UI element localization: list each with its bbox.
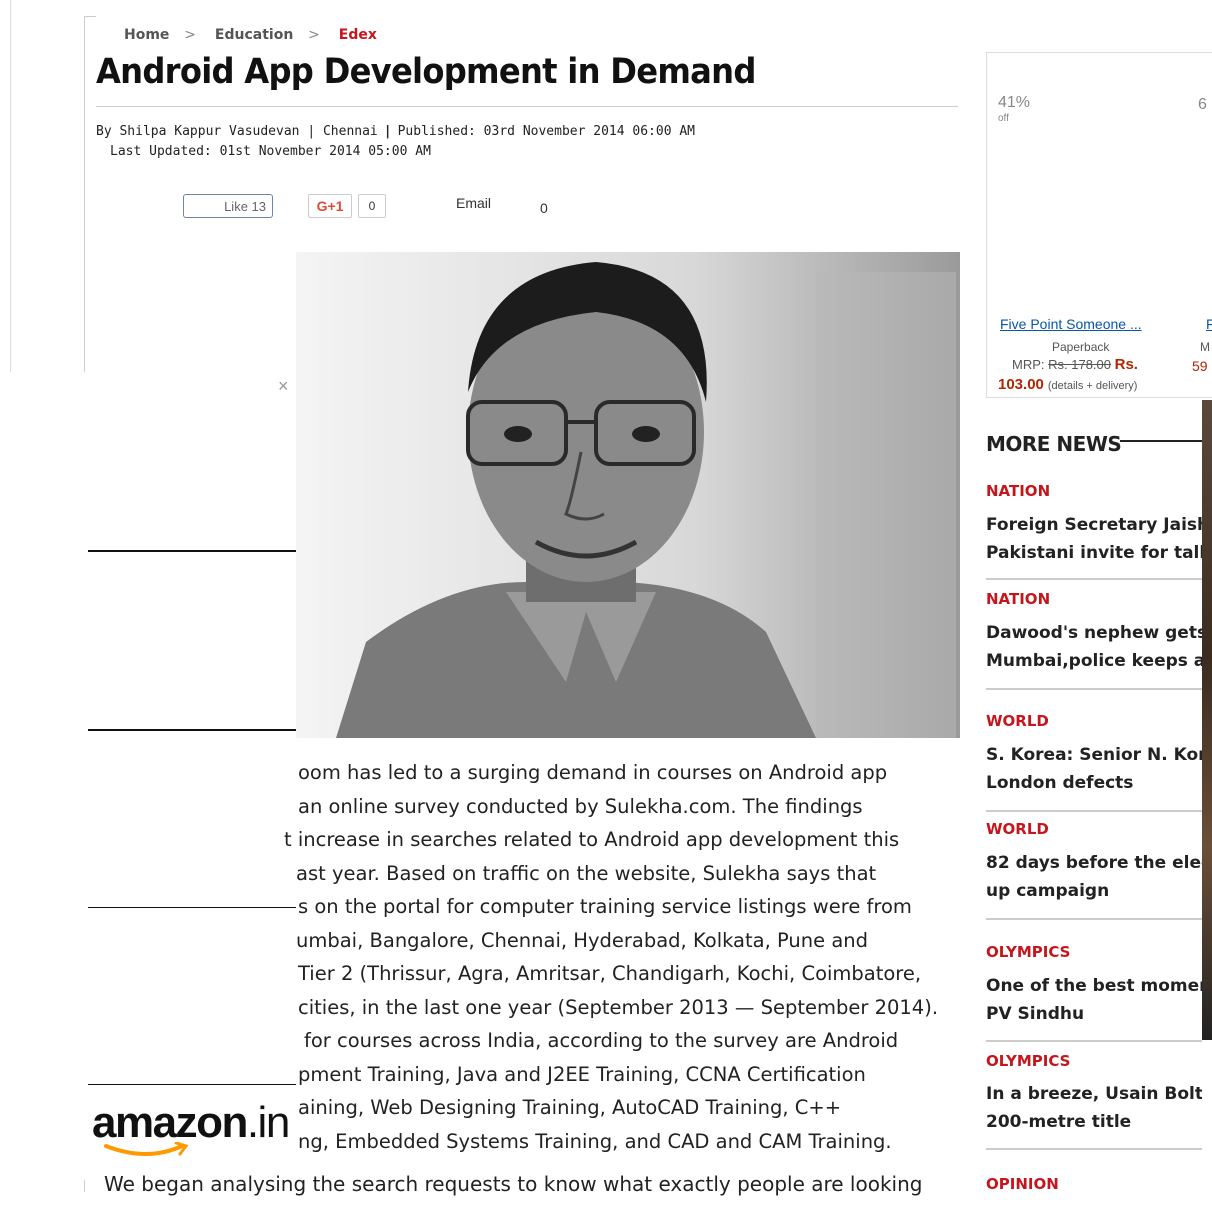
- mrp-label-2: M: [1200, 340, 1210, 354]
- mrp-strike: Rs. 178.00: [1048, 357, 1111, 372]
- headline-line: 82 days before the election: [986, 853, 1202, 873]
- article-border: [84, 16, 85, 376]
- sale-price: 103.00 (details + delivery): [998, 376, 1137, 393]
- article-border-top: [84, 16, 96, 17]
- price-value: 103.00: [998, 376, 1044, 393]
- mrp-price: MRP: Rs. 178.00 Rs.: [1012, 356, 1138, 373]
- email-count: 0: [540, 200, 548, 216]
- article-body: oom has led to a surging demand in cours…: [268, 756, 968, 1158]
- headline-line: London defects: [986, 773, 1134, 793]
- mrp-label: MRP:: [1012, 357, 1045, 372]
- news-headline[interactable]: Dawood's nephew gets Mumbai,police keeps …: [986, 619, 1202, 675]
- amazon-logo-text: amazon: [92, 1098, 248, 1147]
- facebook-like-button[interactable]: Like 13: [183, 194, 273, 218]
- discount-sub: off: [998, 113, 1009, 124]
- news-divider: [986, 1148, 1202, 1150]
- news-category[interactable]: OPINION: [986, 1175, 1059, 1193]
- byline-separator: |: [383, 124, 392, 139]
- headline-line: Foreign Secretary Jaishankar: [986, 515, 1202, 535]
- news-headline[interactable]: In a breeze, Usain Bolt 200-metre title: [986, 1080, 1202, 1136]
- news-category[interactable]: NATION: [986, 590, 1050, 608]
- paragraph-line: cities, in the last one year (September …: [298, 995, 939, 1019]
- published-date: Published: 03rd November 2014 06:00 AM: [397, 124, 696, 139]
- paragraph-line: umbai, Bangalore, Chennai, Hyderabad, Ko…: [296, 928, 869, 952]
- breadcrumb-separator: >: [184, 27, 197, 43]
- paragraph-line: ng, Embedded Systems Training, and CAD a…: [298, 1129, 892, 1153]
- article-border-bottom: [84, 1180, 85, 1192]
- paragraph-line: aining, Web Designing Training, AutoCAD …: [298, 1096, 842, 1119]
- paragraph-line: t increase in searches related to Androi…: [284, 828, 900, 851]
- overlay-divider: [88, 550, 296, 552]
- news-category[interactable]: WORLD: [986, 712, 1049, 730]
- headline-line: Dawood's nephew gets: [986, 623, 1202, 643]
- news-divider: [986, 1040, 1202, 1042]
- book-title-link-2[interactable]: F: [1206, 316, 1212, 332]
- book-title-link[interactable]: Five Point Someone ...: [1000, 316, 1142, 332]
- paragraph-line: ast year. Based on traffic on the websit…: [296, 861, 877, 885]
- paragraph-line: We began analysing the search requests t…: [104, 1172, 923, 1196]
- amazon-logo[interactable]: amazon.in: [92, 1098, 290, 1156]
- article-photo: [296, 252, 960, 738]
- headline-line: In a breeze, Usain Bolt: [986, 1084, 1202, 1104]
- news-headline[interactable]: One of the best moments PV Sindhu: [986, 972, 1202, 1028]
- price-2: 59: [1192, 358, 1208, 374]
- more-news-heading: MORE NEWS: [986, 432, 1122, 456]
- side-photo-strip: [1202, 400, 1212, 1040]
- paragraph-line: Tier 2 (Thrissur, Agra, Amritsar, Chandi…: [298, 962, 922, 985]
- byline: By Shilpa Kappur Vasudevan | Chennai | Pub…: [96, 120, 695, 143]
- news-category[interactable]: NATION: [986, 482, 1050, 500]
- article-title: Android App Development in Demand: [96, 52, 756, 92]
- overlay-divider: [88, 1084, 296, 1085]
- discount-value: 41%: [998, 94, 1031, 111]
- close-icon[interactable]: ×: [278, 376, 289, 397]
- headline-line: PV Sindhu: [986, 1004, 1085, 1024]
- news-divider: [986, 810, 1202, 812]
- more-news-rule: [1120, 440, 1202, 442]
- price-note[interactable]: (details + delivery): [1048, 380, 1138, 392]
- rs-label: Rs.: [1114, 356, 1138, 373]
- news-divider: [986, 918, 1202, 920]
- headline-line: up campaign: [986, 881, 1110, 901]
- news-divider: [986, 688, 1202, 690]
- discount-badge: 41% off: [998, 94, 1031, 126]
- updated-date: Last Updated: 01st November 2014 05:00 A…: [110, 144, 431, 159]
- breadcrumb: Home > Education > Edex: [124, 27, 387, 43]
- author-location: By Shilpa Kappur Vasudevan | Chennai: [96, 124, 378, 139]
- news-headline[interactable]: Foreign Secretary Jaishankar Pakistani in…: [986, 511, 1202, 567]
- news-headline[interactable]: S. Korea: Senior N. Korean London defects: [986, 741, 1202, 797]
- headline-line: One of the best moments: [986, 976, 1202, 996]
- paragraph-line: pment Training, Java and J2EE Training, …: [298, 1062, 866, 1086]
- news-divider: [986, 578, 1202, 580]
- amazon-smile-icon: [104, 1142, 189, 1156]
- overlay-ad-panel: [0, 372, 296, 1205]
- overlay-divider: [88, 729, 296, 731]
- breadcrumb-education[interactable]: Education: [215, 27, 293, 43]
- news-category[interactable]: OLYMPICS: [986, 943, 1070, 961]
- breadcrumb-home[interactable]: Home: [124, 27, 169, 43]
- news-headline[interactable]: 82 days before the election up campaign: [986, 849, 1202, 905]
- paragraph-line: oom has led to a surging demand in cours…: [298, 761, 888, 784]
- news-category[interactable]: WORLD: [986, 820, 1049, 838]
- breadcrumb-edex[interactable]: Edex: [339, 27, 377, 43]
- headline-line: 200-metre title: [986, 1112, 1132, 1132]
- google-plus-count: 0: [358, 194, 386, 218]
- discount-badge-2: 6: [1198, 96, 1207, 113]
- headline-line: S. Korea: Senior N. Korean: [986, 745, 1202, 765]
- paragraph-line: for courses across India, according to t…: [304, 1029, 899, 1052]
- paragraph-line: s on the portal for computer training se…: [298, 895, 912, 918]
- breadcrumb-separator: >: [308, 27, 320, 43]
- email-share-link[interactable]: Email: [456, 195, 491, 211]
- paragraph-line: an online survey conducted by Sulekha.co…: [298, 794, 863, 818]
- overlay-divider: [88, 907, 296, 908]
- book-format: Paperback: [1052, 340, 1110, 354]
- title-divider: [96, 106, 958, 107]
- portrait-illustration: [296, 252, 960, 738]
- headline-line: Mumbai,police keeps a: [986, 651, 1202, 671]
- headline-line: Pakistani invite for talks: [986, 543, 1202, 563]
- google-plus-button[interactable]: G+1: [308, 194, 352, 218]
- news-category[interactable]: OLYMPICS: [986, 1052, 1070, 1070]
